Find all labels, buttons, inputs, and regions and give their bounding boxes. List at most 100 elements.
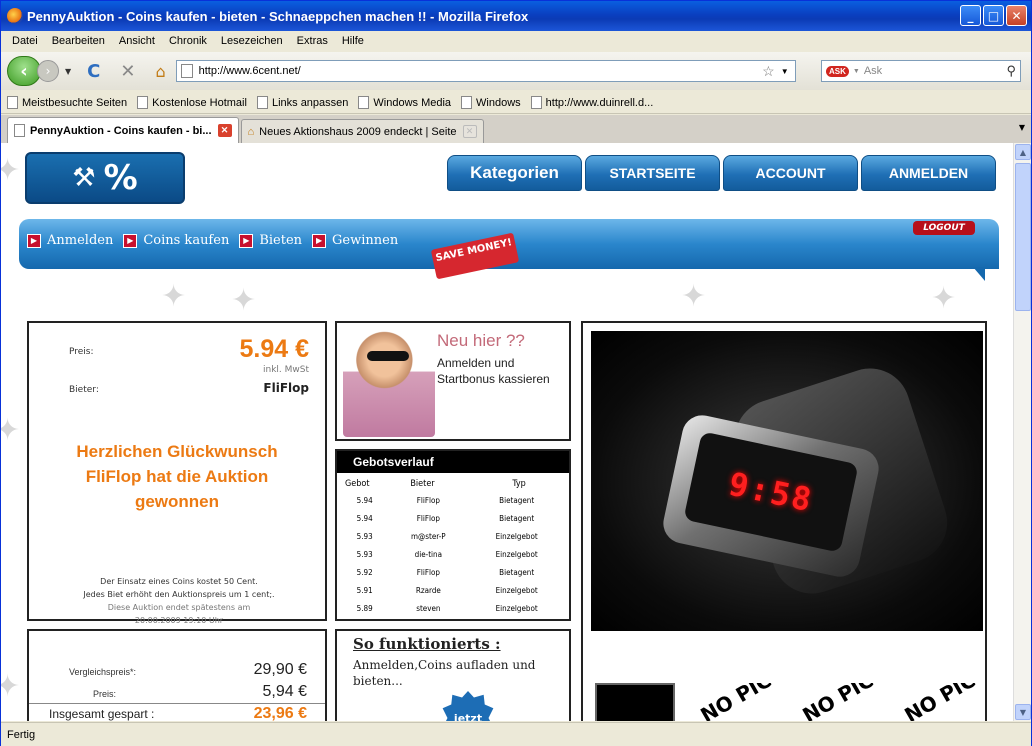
bid-increment-text: Jedes Biet erhöht den Auktionspreis um 1… <box>83 590 275 599</box>
address-bar[interactable]: http://www.6cent.net/ ☆ ▼ <box>175 60 796 82</box>
menu-bearbeiten[interactable]: Bearbeiten <box>52 35 105 47</box>
gavel-icon: ⚒ <box>72 163 96 193</box>
maximize-button[interactable]: □ <box>983 5 1004 26</box>
thumbnail-selected[interactable] <box>595 683 675 721</box>
arrow-right-icon: ▶ <box>27 233 41 248</box>
winner-message: Herzlichen Glückwunsch FliFlop hat die A… <box>76 442 278 511</box>
search-box[interactable]: ASK ▼ Ask ⚲ <box>821 60 1021 82</box>
page-icon <box>14 124 25 137</box>
vertical-scrollbar[interactable]: ▲ ▼ <box>1013 143 1031 721</box>
bookmark-item[interactable]: Links anpassen <box>256 96 348 109</box>
url-text: http://www.6cent.net/ <box>198 65 301 77</box>
thumbnail-no-picture[interactable]: NO PIC <box>901 683 981 721</box>
price-comparison-panel: Vergleichspreis*: 29,90 € Preis: 5,94 € … <box>27 629 327 721</box>
browser-window: PennyAuktion - Coins kaufen - bieten - S… <box>0 0 1032 746</box>
step-coins-kaufen-link[interactable]: Coins kaufen <box>143 233 229 248</box>
bid-history-panel: Gebotsverlauf Gebot Bieter Typ 5.94 FliFl… <box>335 449 571 621</box>
bookmark-label: Windows <box>476 96 521 109</box>
auction-price-panel: Preis: 5.94 € inkl. MwSt Bieter: FliFlop… <box>27 321 327 625</box>
product-image-panel: 9:58 NO PIC NO PIC NO PIC <box>581 321 987 721</box>
bid-amount: 5.91 <box>356 585 373 595</box>
price-label: Preis: <box>69 347 94 357</box>
bookmark-item[interactable]: Meistbesuchte Seiten <box>7 96 127 109</box>
menu-ansicht[interactable]: Ansicht <box>119 35 155 47</box>
bookmark-label: Windows Media <box>373 96 452 109</box>
save-money-badge: SAVE MONEY! <box>430 232 520 280</box>
bid-type: Einzelgebot <box>495 531 538 541</box>
nav-kategorien-button[interactable]: Kategorien <box>447 155 582 191</box>
home-icon[interactable]: ⌂ <box>155 62 165 81</box>
menu-hilfe[interactable]: Hilfe <box>342 35 364 47</box>
star-decoration-icon: ✦ <box>1 669 21 704</box>
bid-user: m@ster-P <box>411 531 446 541</box>
minimize-button[interactable]: _ <box>960 5 981 26</box>
site-logo[interactable]: ⚒ % <box>25 152 185 204</box>
column-header: Typ <box>512 479 526 489</box>
status-bar: Fertig <box>1 722 1031 746</box>
column-header: Gebot <box>345 479 370 489</box>
nav-startseite-button[interactable]: STARTSEITE <box>585 155 720 191</box>
bid-history-title: Gebotsverlauf <box>337 451 569 473</box>
menu-extras[interactable]: Extras <box>297 35 328 47</box>
step-anmelden-link[interactable]: Anmelden <box>47 233 113 248</box>
menu-datei[interactable]: Datei <box>12 35 38 47</box>
search-icon[interactable]: ⚲ <box>1006 63 1016 79</box>
bid-type: Einzelgebot <box>495 549 538 559</box>
history-dropdown-icon[interactable]: ▼ <box>65 67 71 76</box>
no-picture-label: NO PIC <box>901 683 980 721</box>
compare-price-label: Vergleichspreis*: <box>69 667 137 677</box>
star-decoration-icon: ✦ <box>1 153 21 188</box>
menu-bar: Datei Bearbeiten Ansicht Chronik Lesezei… <box>1 31 1031 51</box>
menu-chronik[interactable]: Chronik <box>169 35 207 47</box>
star-decoration-icon: ✦ <box>1 413 21 448</box>
scroll-up-icon[interactable]: ▲ <box>1015 144 1031 160</box>
thumbnail-no-picture[interactable]: NO PIC <box>799 683 879 721</box>
tab-label: PennyAuktion - Coins kaufen - bi... <box>30 124 212 137</box>
close-window-button[interactable]: ✕ <box>1006 5 1027 26</box>
tab-list-icon[interactable]: ▼ <box>1019 123 1025 132</box>
step-gewinnen-link[interactable]: Gewinnen <box>332 233 398 248</box>
compare-price-value: 29,90 € <box>253 661 307 678</box>
watch-display: 9:58 <box>725 464 817 520</box>
forward-button[interactable]: › <box>37 60 59 82</box>
new-here-title: Neu hier ?? <box>437 331 525 350</box>
search-engine-dropdown-icon[interactable]: ▼ <box>853 68 860 75</box>
logout-button[interactable]: LOGOUT <box>913 221 975 235</box>
nav-anmelden-button[interactable]: ANMELDEN <box>861 155 996 191</box>
page-viewport: ✦ ✦ ✦ ✦ ✦ ✦ ✦ ⚒ % Kategorien STARTSEITE … <box>1 143 1013 721</box>
window-title: PennyAuktion - Coins kaufen - bieten - S… <box>27 8 529 24</box>
reload-icon[interactable]: C <box>87 61 100 82</box>
close-tab-icon[interactable]: ✕ <box>217 124 232 137</box>
ask-logo-icon[interactable]: ASK <box>826 65 849 77</box>
firefox-icon <box>7 8 23 24</box>
bookmark-item[interactable]: http://www.duinrell.d... <box>530 96 653 109</box>
how-it-works-title: So funktionierts : <box>353 635 501 653</box>
bid-user: FliFlop <box>416 513 440 523</box>
menu-lesezeichen[interactable]: Lesezeichen <box>221 35 283 47</box>
tab-pennyauktion[interactable]: PennyAuktion - Coins kaufen - bi... ✕ <box>7 117 239 143</box>
bookmark-item[interactable]: Windows <box>461 96 521 109</box>
tab-aktionshaus[interactable]: ⌂ Neues Aktionshaus 2009 endeckt | Seite… <box>240 119 484 143</box>
status-text: Fertig <box>7 728 36 741</box>
tax-note: inkl. MwSt <box>262 365 309 375</box>
jetzt-button[interactable]: jetzt <box>442 691 494 721</box>
arrow-right-icon: ▶ <box>239 233 254 248</box>
new-here-panel[interactable]: Neu hier ?? Anmelden und Startbonus kass… <box>335 321 571 441</box>
close-tab-icon[interactable]: ✕ <box>462 125 477 138</box>
bookmark-item[interactable]: Kostenlose Hotmail <box>137 96 247 109</box>
nav-account-button[interactable]: ACCOUNT <box>723 155 858 191</box>
scroll-down-icon[interactable]: ▼ <box>1015 704 1031 720</box>
star-decoration-icon: ✦ <box>681 279 707 314</box>
scrollbar-thumb[interactable] <box>1015 163 1031 311</box>
thumbnail-no-picture[interactable]: NO PIC <box>697 683 777 721</box>
step-bieten-link[interactable]: Bieten <box>259 233 302 248</box>
bookmark-item[interactable]: Windows Media <box>358 96 451 109</box>
navigation-toolbar: ‹ › ▼ C ✕ ⌂ http://www.6cent.net/ ☆ ▼ AS… <box>1 52 1031 90</box>
bookmark-star-icon[interactable]: ☆ <box>762 63 775 80</box>
stop-icon[interactable]: ✕ <box>120 61 135 82</box>
bid-type: Bietagent <box>499 567 535 577</box>
bid-amount: 5.93 <box>356 549 373 559</box>
back-button[interactable]: ‹ <box>7 56 41 86</box>
url-dropdown-icon[interactable]: ▼ <box>781 67 789 76</box>
bid-type: Bietagent <box>499 495 535 505</box>
